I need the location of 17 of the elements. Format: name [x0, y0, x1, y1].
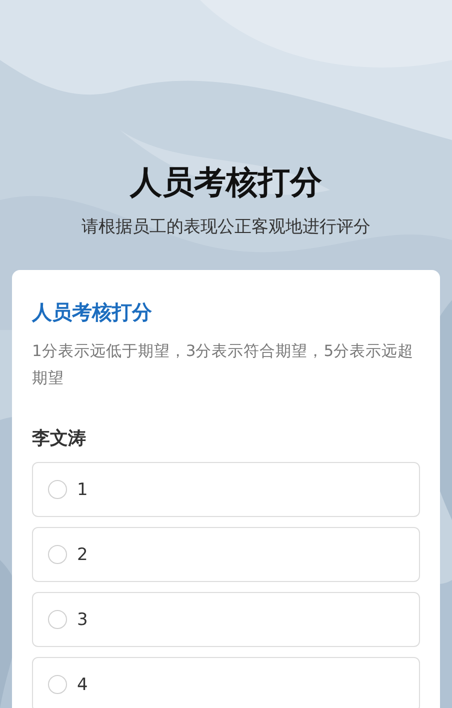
- form-description: 1分表示远低于期望，3分表示符合期望，5分表示远超期望: [32, 341, 415, 389]
- radio-button[interactable]: [48, 480, 67, 499]
- radio-button[interactable]: [48, 675, 67, 694]
- radio-button[interactable]: [48, 545, 67, 564]
- option-label: 3: [77, 610, 88, 630]
- radio-option[interactable]: 3: [32, 592, 420, 647]
- option-label: 1: [77, 480, 88, 500]
- page-title: 人员考核打分: [128, 162, 323, 203]
- form-title: 人员考核打分: [32, 299, 153, 326]
- option-label: 2: [77, 544, 88, 564]
- page-subtitle: 请根据员工的表现公正客观地进行评分: [80, 216, 372, 239]
- radio-button[interactable]: [48, 610, 67, 629]
- option-label: 4: [77, 674, 88, 694]
- radio-option[interactable]: 2: [32, 527, 420, 582]
- radio-option[interactable]: 4: [32, 657, 420, 708]
- question-label: 李文涛: [32, 427, 87, 451]
- radio-option[interactable]: 1: [32, 462, 420, 517]
